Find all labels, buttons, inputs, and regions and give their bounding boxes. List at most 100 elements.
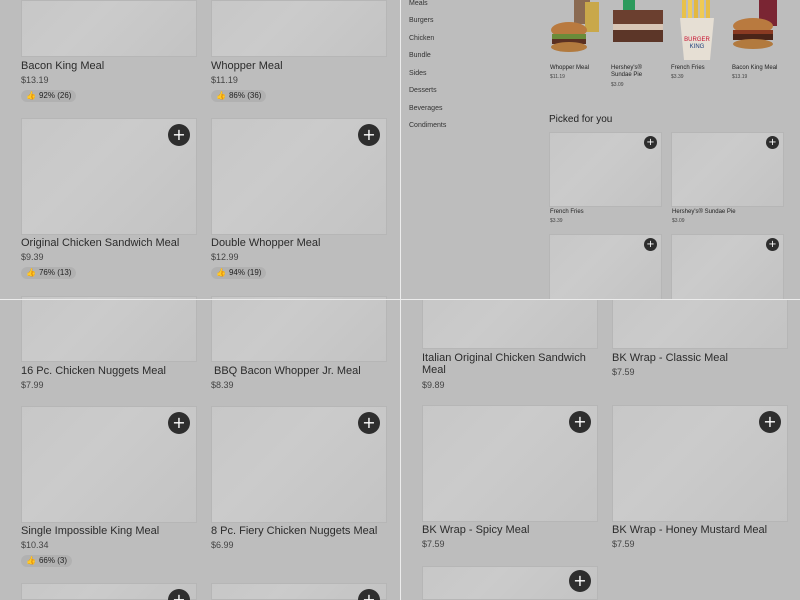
category-desserts[interactable]: Desserts [409, 87, 437, 94]
featured-item[interactable]: Hershey's® Sundae Pie $3.09 [609, 0, 665, 90]
category-chicken[interactable]: Chicken [409, 35, 434, 42]
food-image [612, 300, 788, 349]
food-image [211, 300, 387, 362]
item-price: $10.34 [21, 540, 49, 550]
thumbs-up-icon: 👍 [26, 268, 36, 277]
item-price: $9.39 [21, 252, 44, 262]
add-item-button[interactable]: + [569, 411, 591, 433]
item-price: $8.39 [211, 380, 234, 390]
item-name: Hershey's® Sundae Pie [611, 65, 643, 78]
item-name: BK Wrap - Honey Mustard Meal [612, 524, 768, 536]
add-item-button[interactable]: + [759, 411, 781, 433]
item-price: $7.59 [612, 367, 635, 377]
menu-card[interactable]: + [422, 566, 598, 600]
menu-card[interactable]: + Single Impossible King Meal $10.34 👍 66… [21, 406, 197, 571]
menu-card[interactable]: 16 Pc. Chicken Nuggets Meal $7.99 [21, 300, 197, 390]
picked-item[interactable]: + [671, 234, 784, 300]
item-price: $12.99 [211, 252, 239, 262]
item-price: $11.19 [211, 75, 238, 85]
rating-badge: 👍 92% (26) [21, 90, 77, 102]
food-image [211, 0, 387, 57]
featured-item[interactable]: Bacon King Meal $13.19 [731, 0, 787, 90]
thumbs-up-icon: 👍 [216, 268, 226, 277]
panel-divider-horizontal [0, 299, 800, 300]
item-name: 8 Pc. Fiery Chicken Nuggets Meal [211, 525, 378, 537]
menu-card[interactable]: BBQ Bacon Whopper Jr. Meal $8.39 [211, 300, 387, 390]
menu-card[interactable]: + 8 Pc. Fiery Chicken Nuggets Meal $6.99 [211, 406, 387, 551]
item-name: Whopper Meal [211, 60, 283, 72]
picked-item[interactable]: + French Fries $3.39 [549, 132, 662, 228]
add-item-button[interactable]: + [569, 570, 591, 592]
item-name: BBQ Bacon Whopper Jr. Meal [214, 365, 361, 377]
add-item-button[interactable]: + [766, 136, 779, 149]
add-item-button[interactable]: + [766, 238, 779, 251]
item-price: $6.99 [211, 540, 234, 550]
item-price: $11.19 [550, 74, 565, 80]
rating-badge: 👍 66% (3) [21, 555, 72, 567]
category-sides[interactable]: Sides [409, 70, 427, 77]
category-burgers[interactable]: Burgers [409, 17, 434, 24]
add-item-button[interactable]: + [168, 124, 190, 146]
add-item-button[interactable]: + [358, 124, 380, 146]
thumbs-up-icon: 👍 [216, 91, 226, 100]
item-name: Italian Original Chicken Sandwich Meal [422, 352, 586, 376]
category-bundle[interactable]: Bundle [409, 52, 431, 59]
item-price: $3.09 [672, 218, 685, 224]
svg-text:BURGER: BURGER [684, 37, 710, 43]
section-title: Picked for you [549, 114, 613, 125]
add-item-button[interactable]: + [358, 412, 380, 434]
menu-card[interactable]: + Double Whopper Meal $12.99 👍 94% (19) [211, 118, 387, 283]
food-image [21, 0, 197, 57]
item-name: BK Wrap - Spicy Meal [422, 524, 530, 536]
category-beverages[interactable]: Beverages [409, 105, 442, 112]
french-fries-image: BURGER KING [680, 0, 714, 60]
menu-card[interactable]: + Original Chicken Sandwich Meal $9.39 👍… [21, 118, 197, 283]
add-item-button[interactable]: + [644, 136, 657, 149]
add-item-button[interactable]: + [644, 238, 657, 251]
menu-panel-top-right: Meals Burgers Chicken Bundle Sides Desse… [401, 0, 800, 300]
menu-card[interactable]: + BK Wrap - Honey Mustard Meal $7.59 [612, 405, 788, 550]
picked-item[interactable]: + [549, 234, 662, 300]
category-meals[interactable]: Meals [409, 0, 428, 7]
item-name: BK Wrap - Classic Meal [612, 352, 728, 364]
item-name: French Fries [671, 65, 705, 71]
category-condiments[interactable]: Condiments [409, 122, 446, 129]
food-image [422, 300, 598, 349]
item-price: $13.19 [732, 74, 748, 80]
menu-card[interactable]: + BK Wrap - Spicy Meal $7.59 [422, 405, 598, 550]
menu-card[interactable]: + [211, 583, 387, 600]
item-price: $13.19 [21, 75, 49, 85]
item-name: Bacon King Meal [732, 65, 778, 71]
menu-card[interactable]: Bacon King Meal $13.19 👍 92% (26) [21, 0, 197, 110]
item-name: Double Whopper Meal [211, 237, 321, 249]
item-price: $3.39 [550, 218, 563, 224]
item-name: Original Chicken Sandwich Meal [21, 237, 180, 249]
menu-panel-top-left: Bacon King Meal $13.19 👍 92% (26) Whopper… [0, 0, 400, 300]
item-name: Hershey's® Sundae Pie [672, 209, 736, 215]
rating-badge: 👍 94% (19) [211, 267, 267, 279]
picked-item[interactable]: + Hershey's® Sundae Pie $3.09 [671, 132, 784, 228]
menu-card[interactable]: + [21, 583, 197, 600]
menu-card[interactable]: Whopper Meal $11.19 👍 86% (36) [211, 0, 387, 110]
thumbs-up-icon: 👍 [26, 556, 36, 565]
item-name: French Fries [550, 209, 584, 215]
item-price: $7.59 [612, 539, 635, 549]
item-name: 16 Pc. Chicken Nuggets Meal [21, 365, 166, 377]
item-price: $7.59 [422, 539, 445, 549]
featured-item[interactable]: BURGER KING French Fries $3.39 [670, 0, 726, 90]
whopper-meal-image [551, 0, 599, 52]
menu-panel-bottom-right: Italian Original Chicken Sandwich Meal $… [401, 300, 800, 600]
item-price: $9.89 [422, 380, 445, 390]
thumbs-up-icon: 👍 [26, 91, 36, 100]
bacon-king-meal-image [733, 0, 777, 49]
svg-text:KING: KING [690, 44, 705, 50]
item-name: Whopper Meal [550, 65, 590, 71]
menu-card[interactable]: Italian Original Chicken Sandwich Meal $… [422, 300, 598, 395]
panel-divider-vertical [400, 0, 401, 600]
featured-item[interactable]: Whopper Meal $11.19 [549, 0, 603, 90]
item-price: $7.99 [21, 380, 44, 390]
menu-card[interactable]: BK Wrap - Classic Meal $7.59 [612, 300, 788, 385]
add-item-button[interactable]: + [168, 412, 190, 434]
item-price: $3.09 [611, 82, 624, 88]
rating-badge: 👍 86% (36) [211, 90, 267, 102]
